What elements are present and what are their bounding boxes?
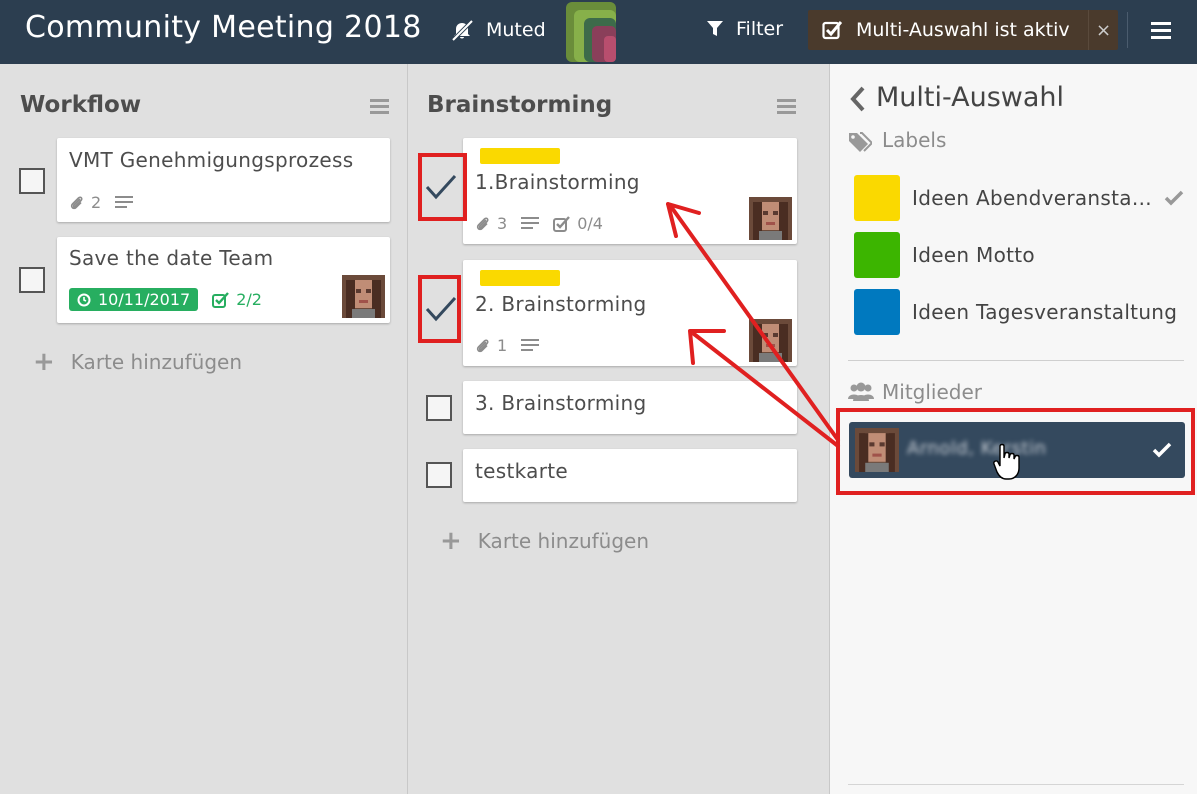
tags-icon — [849, 132, 872, 152]
due-date-badge: 10/11/2017 — [69, 288, 199, 311]
card-title: testkarte — [475, 459, 568, 483]
card-label-yellow — [480, 270, 560, 286]
label-name: Ideen Tagesveranstaltung — [912, 300, 1178, 324]
muted-button[interactable]: Muted — [450, 18, 546, 42]
card-title: 3. Brainstorming — [475, 391, 647, 415]
bell-slash-icon — [451, 19, 474, 42]
checkbox-checked-icon — [822, 21, 842, 40]
list-workflow: Workflow VMT Genehmigungsprozess 2 Save … — [0, 64, 408, 794]
checklist-icon — [553, 215, 571, 232]
add-card-button[interactable]: + Karte hinzufügen — [33, 347, 242, 377]
board-header: Community Meeting 2018 Muted Filter Mult… — [0, 0, 1197, 64]
description-icon — [521, 338, 540, 353]
filter-label: Filter — [736, 18, 784, 40]
checklist-badge: 0/4 — [553, 214, 603, 233]
label-name: Ideen Abendveransta… — [912, 186, 1153, 210]
card-badges: 10/11/2017 2/2 — [69, 288, 262, 311]
checklist-badge: 2/2 — [212, 290, 262, 309]
label-swatch — [854, 175, 900, 221]
list-title[interactable]: Workflow — [20, 92, 141, 118]
checkmark-icon — [1164, 190, 1184, 206]
label-swatch — [854, 232, 900, 278]
card-vmt[interactable]: VMT Genehmigungsprozess 2 — [57, 138, 390, 222]
muted-label: Muted — [486, 19, 546, 41]
card-brainstorming-2[interactable]: 2. Brainstorming 1 — [463, 260, 797, 366]
sidebar-label-ideen-tages[interactable]: Ideen Tagesveranstaltung — [854, 289, 1177, 335]
card-badges: 1 — [475, 336, 540, 355]
attachment-count: 1 — [497, 336, 508, 355]
attachment-count: 2 — [91, 193, 102, 212]
header-divider — [1127, 12, 1128, 48]
labels-heading: Labels — [882, 128, 947, 152]
annotation-box-member — [836, 408, 1195, 495]
card-label-yellow — [480, 148, 560, 164]
add-card-label: Karte hinzufügen — [477, 529, 650, 553]
board-logo-icon — [566, 2, 616, 62]
card-select-checkbox[interactable] — [426, 395, 452, 421]
list-menu-icon[interactable] — [777, 99, 796, 114]
multi-select-label: Multi-Auswahl ist aktiv — [856, 19, 1070, 41]
description-icon — [521, 216, 540, 231]
checklist-count: 0/4 — [577, 214, 603, 233]
card-title: VMT Genehmigungsprozess — [69, 148, 354, 172]
member-avatar[interactable] — [749, 197, 792, 240]
board-title[interactable]: Community Meeting 2018 — [25, 10, 422, 45]
close-multi-select-button[interactable]: × — [1088, 10, 1118, 50]
checklist-icon — [212, 291, 230, 308]
card-select-checkbox[interactable] — [19, 267, 45, 293]
label-swatch — [854, 289, 900, 335]
card-brainstorming-1[interactable]: 1.Brainstorming 3 0/4 — [463, 138, 797, 244]
checklist-count: 2/2 — [236, 290, 262, 309]
list-brainstorming: Brainstorming 1.Brainstorming 3 0/4 2. B… — [410, 64, 828, 794]
card-brainstorming-3[interactable]: 3. Brainstorming — [463, 381, 797, 434]
paperclip-icon — [476, 338, 489, 352]
sidebar-bottom-divider — [848, 784, 1184, 785]
add-card-label: Karte hinzufügen — [70, 350, 243, 374]
sidebar-title: Multi-Auswahl — [876, 82, 1065, 113]
annotation-box-card-2 — [418, 275, 461, 343]
card-select-checkbox[interactable] — [19, 168, 45, 194]
member-avatar[interactable] — [342, 275, 385, 318]
filter-button[interactable]: Filter — [706, 18, 783, 40]
member-avatar[interactable] — [749, 319, 792, 362]
sidebar-divider — [848, 360, 1184, 361]
paperclip-icon — [476, 216, 489, 230]
paperclip-icon — [70, 195, 83, 209]
card-title: 2. Brainstorming — [475, 292, 647, 316]
card-badges: 2 — [69, 193, 134, 212]
clock-icon — [77, 293, 91, 306]
multi-select-banner[interactable]: Multi-Auswahl ist aktiv × — [808, 10, 1118, 50]
sidebar-label-ideen-abend[interactable]: Ideen Abendveransta… — [854, 175, 1184, 221]
card-title: 1.Brainstorming — [475, 170, 640, 194]
users-icon — [848, 382, 874, 401]
members-heading: Mitglieder — [882, 380, 982, 404]
annotation-box-card-1 — [418, 153, 467, 221]
card-select-checkbox[interactable] — [426, 462, 452, 488]
chevron-left-icon[interactable] — [850, 86, 866, 112]
list-menu-icon[interactable] — [370, 99, 389, 114]
plus-icon: + — [33, 347, 55, 377]
list-title[interactable]: Brainstorming — [427, 92, 612, 118]
sidebar-label-ideen-motto[interactable]: Ideen Motto — [854, 232, 1035, 278]
label-name: Ideen Motto — [912, 243, 1035, 267]
attachment-count: 3 — [497, 214, 508, 233]
add-card-button[interactable]: + Karte hinzufügen — [440, 526, 649, 556]
card-badges: 3 0/4 — [475, 214, 603, 233]
card-save-the-date[interactable]: Save the date Team 10/11/2017 2/2 — [57, 237, 390, 323]
hamburger-menu-icon[interactable] — [1151, 22, 1171, 40]
plus-icon: + — [440, 526, 462, 556]
due-date: 10/11/2017 — [98, 290, 191, 309]
card-testkarte[interactable]: testkarte — [463, 449, 797, 502]
card-title: Save the date Team — [69, 246, 274, 270]
filter-icon — [707, 21, 723, 36]
description-icon — [115, 195, 134, 210]
